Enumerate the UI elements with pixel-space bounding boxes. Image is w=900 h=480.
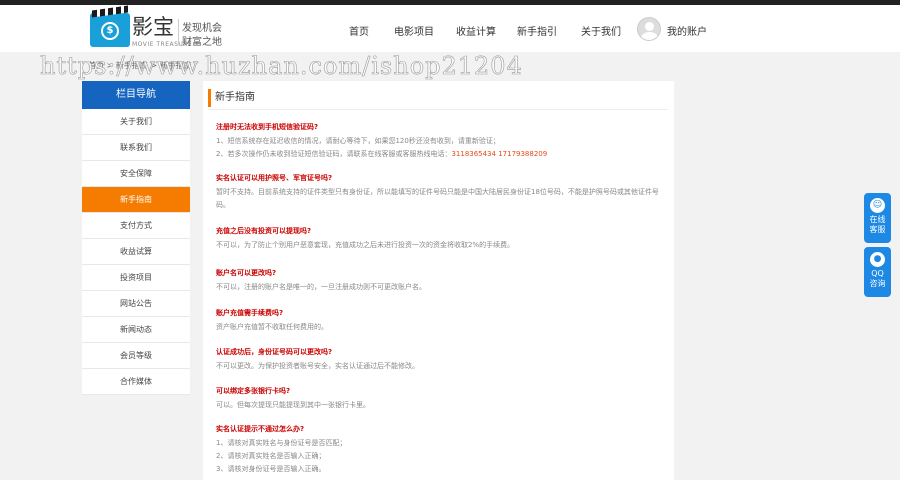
qq-penguin-icon: ● xyxy=(870,252,885,267)
faq-answer-line: 暂时不支持。目前系统支持的证件类型只有身份证，所以能填写的证件号码只能是中国大陆… xyxy=(216,188,659,209)
sidebar-item-about-us[interactable]: 关于我们 xyxy=(82,109,190,135)
nav-beginner-guide[interactable]: 新手指引 xyxy=(517,23,557,38)
my-account-link[interactable]: 我的账户 xyxy=(667,23,707,38)
sidebar-item-contact-us[interactable]: 联系我们 xyxy=(82,135,190,161)
qq-label-2: 咨询 xyxy=(869,279,886,288)
faq-question: 充值之后没有投资可以提现吗? xyxy=(216,227,312,235)
faq-answer-line: 1、短信系统存在延迟收信的情况，请耐心等待下，如果您120秒还没有收到，请重新验… xyxy=(216,137,500,145)
faq-item: 实名认证可以用护照号、军官证号吗? 暂时不支持。目前系统支持的证件类型只有身份证… xyxy=(216,173,668,212)
faq-item: 可以绑定多张银行卡吗? 可以。但每次提现只能提现到其中一张银行卡里。 xyxy=(216,386,668,412)
sidebar-nav: 栏目导航 关于我们 联系我们 安全保障 新手指南 支付方式 收益试算 投资项目 … xyxy=(82,81,190,395)
sidebar-heading: 栏目导航 xyxy=(82,81,190,109)
sidebar-item-payment-methods[interactable]: 支付方式 xyxy=(82,213,190,239)
faq-question: 账户充值需手续费吗? xyxy=(216,309,284,317)
faq-answer-line: 不可以更改。为保护投资者账号安全，实名认证通过后不能修改。 xyxy=(216,362,419,370)
sidebar-item-member-levels[interactable]: 会员等级 xyxy=(82,343,190,369)
faq-question: 注册时无法收到手机短信验证码? xyxy=(216,123,319,131)
faq-item: 账户名可以更改吗? 不可以，注册的账户名是唯一的，一旦注册成功则不可更改账户名。 xyxy=(216,268,668,294)
user-avatar-icon[interactable] xyxy=(637,17,661,41)
dollar-coin-icon: $ xyxy=(101,22,119,40)
faq-answer-line: 2、若多次操作仍未收到验证短信验证码，请联系在线客服或客服热线电话：311836… xyxy=(216,148,668,161)
watermark-text: https://www.huzhan.com/ishop21204 xyxy=(40,52,523,81)
site-logo[interactable]: $ 影宝 MOVIE TREASURE 发现机会 财富之地 xyxy=(90,11,225,51)
faq-item: 注册时无法收到手机短信验证码? 1、短信系统存在延迟收信的情况，请耐心等待下，如… xyxy=(216,122,668,161)
title-divider xyxy=(208,109,668,110)
sidebar-item-partner-media[interactable]: 合作媒体 xyxy=(82,369,190,395)
clapperboard-icon: $ xyxy=(90,13,130,47)
nav-earnings-calculator[interactable]: 收益计算 xyxy=(456,23,496,38)
faq-answer-line: 1、请核对真实姓名与身份证号是否匹配； xyxy=(216,439,347,447)
faq-answer-line: 3、请核对身份证号是否输入正确。 xyxy=(216,465,326,473)
faq-answer-line: 可以。但每次提现只能提现到其中一张银行卡里。 xyxy=(216,401,370,409)
logo-slogan-line-1: 发现机会 xyxy=(182,23,222,34)
nav-about-us[interactable]: 关于我们 xyxy=(581,23,621,38)
nav-movie-projects[interactable]: 电影项目 xyxy=(394,23,434,38)
hotline-numbers: 3118365434 17179388209 xyxy=(451,150,548,158)
online-service-label-2: 客服 xyxy=(869,225,886,234)
online-service-label-1: 在线 xyxy=(869,215,886,224)
sidebar-item-earnings-trial[interactable]: 收益试算 xyxy=(82,239,190,265)
faq-question: 实名认证提示不通过怎么办? xyxy=(216,425,305,433)
main-content: 新手指南 注册时无法收到手机短信验证码? 1、短信系统存在延迟收信的情况，请耐心… xyxy=(203,81,674,480)
sidebar-item-beginner-guide[interactable]: 新手指南 xyxy=(82,187,190,213)
qq-label-1: QQ xyxy=(871,269,884,278)
faq-answer-line: 资产账户充值暂不收取任何费用的。 xyxy=(216,323,328,331)
page-title: 新手指南 xyxy=(208,89,255,107)
faq-question: 实名认证可以用护照号、军官证号吗? xyxy=(216,174,333,182)
faq-answer-line: 2、请核对真实姓名是否输入正确； xyxy=(216,452,326,460)
site-header: $ 影宝 MOVIE TREASURE 发现机会 财富之地 首页 电影项目 收益… xyxy=(0,5,900,52)
faq-answer-line: 不可以，为了防止个别用户恶意套现，充值成功之后未进行投资一次的资金将收取2%的手… xyxy=(216,241,515,249)
sidebar-item-news[interactable]: 新闻动态 xyxy=(82,317,190,343)
user-service-icon: ☺ xyxy=(870,198,885,213)
logo-divider xyxy=(178,19,179,45)
qq-consult-button[interactable]: ● QQ 咨询 xyxy=(864,247,891,297)
logo-slogan-line-2: 财富之地 xyxy=(182,37,222,48)
faq-item: 实名认证提示不通过怎么办? 1、请核对真实姓名与身份证号是否匹配； 2、请核对真… xyxy=(216,424,668,476)
faq-answer-text: 2、若多次操作仍未收到验证短信验证码，请联系在线客服或客服热线电话：311836… xyxy=(216,150,548,158)
sidebar-item-investment-projects[interactable]: 投资项目 xyxy=(82,265,190,291)
faq-item: 充值之后没有投资可以提现吗? 不可以，为了防止个别用户恶意套现，充值成功之后未进… xyxy=(216,226,668,252)
faq-answer-line: 不可以，注册的账户名是唯一的，一旦注册成功则不可更改账户名。 xyxy=(216,283,426,291)
sidebar-item-announcements[interactable]: 网站公告 xyxy=(82,291,190,317)
faq-item: 账户充值需手续费吗? 资产账户充值暂不收取任何费用的。 xyxy=(216,308,668,334)
faq-question: 账户名可以更改吗? xyxy=(216,269,277,277)
faq-question: 认证成功后，身份证号码可以更改吗? xyxy=(216,348,333,356)
faq-question: 可以绑定多张银行卡吗? xyxy=(216,387,291,395)
logo-text: 影宝 xyxy=(132,15,174,39)
nav-home[interactable]: 首页 xyxy=(349,23,369,38)
faq-item: 认证成功后，身份证号码可以更改吗? 不可以更改。为保护投资者账号安全，实名认证通… xyxy=(216,347,668,373)
online-service-button[interactable]: ☺ 在线 客服 xyxy=(864,193,891,243)
sidebar-item-security[interactable]: 安全保障 xyxy=(82,161,190,187)
